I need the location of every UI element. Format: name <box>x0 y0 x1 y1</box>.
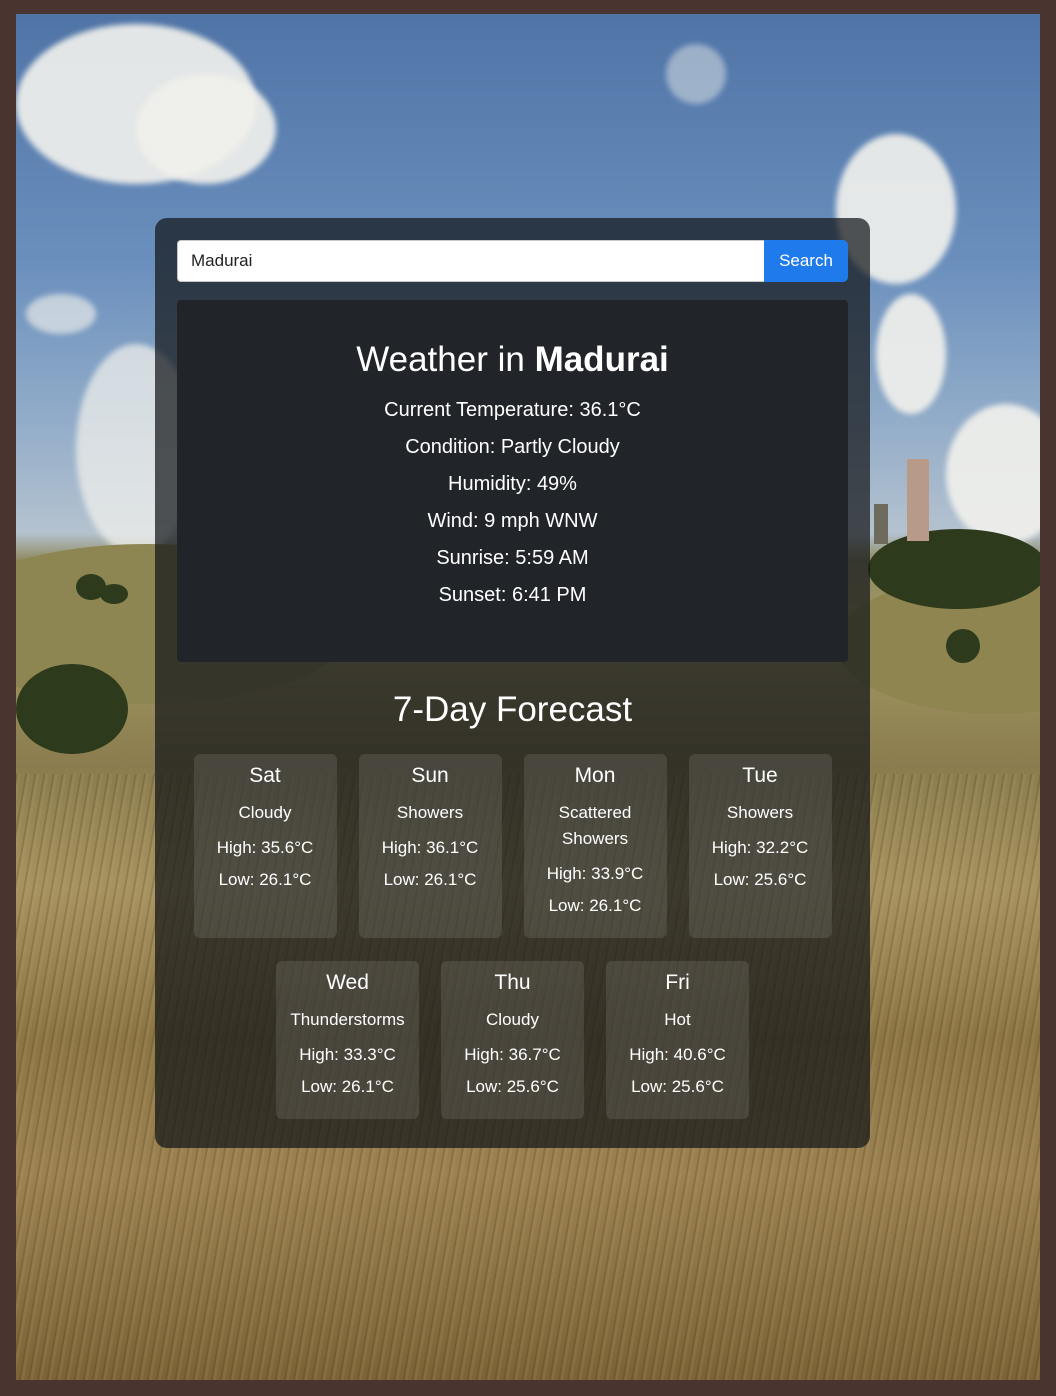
current-temperature: Current Temperature: 36.1°C <box>384 399 641 421</box>
forecast-day-card: Sat Cloudy High: 35.6°C Low: 26.1°C <box>193 754 337 938</box>
day-high: High: 36.7°C <box>464 1045 561 1064</box>
day-name: Tue <box>742 764 778 787</box>
current-humidity: Humidity: 49% <box>448 473 577 495</box>
day-high: High: 35.6°C <box>216 838 314 857</box>
search-input[interactable] <box>177 240 764 282</box>
current-condition: Condition: Partly Cloudy <box>405 436 620 458</box>
current-wind: Wind: 9 mph WNW <box>427 510 598 532</box>
day-high: High: 33.9°C <box>546 864 644 883</box>
day-condition: Showers <box>726 803 794 822</box>
current-sunrise: Sunrise: 5:59 AM <box>436 547 589 569</box>
cloud <box>26 294 96 334</box>
search-bar: Search <box>177 240 848 282</box>
lighthouse <box>907 459 929 541</box>
forecast-grid: Sat Cloudy High: 35.6°C Low: 26.1°C Sun … <box>177 754 848 1119</box>
current-sunset: Sunset: 6:41 PM <box>438 584 587 606</box>
forecast-day-card: Thu Cloudy High: 36.7°C Low: 25.6°C <box>441 961 584 1119</box>
cloud <box>666 44 726 104</box>
day-low: Low: 26.1°C <box>383 870 477 889</box>
day-low: Low: 25.6°C <box>713 870 807 889</box>
tree <box>100 584 128 604</box>
current-weather-card: Weather in Madurai Current Temperature: … <box>177 300 848 662</box>
day-low: Low: 26.1°C <box>218 870 312 889</box>
day-condition: Hot <box>664 1010 691 1029</box>
day-name: Fri <box>665 971 690 994</box>
day-name: Wed <box>326 971 369 994</box>
day-name: Mon <box>574 764 616 787</box>
search-button[interactable]: Search <box>764 240 848 282</box>
city-name: Madurai <box>534 340 669 379</box>
cloud <box>876 294 946 414</box>
tower <box>874 504 888 544</box>
forecast-day-card: Sun Showers High: 36.1°C Low: 26.1°C <box>358 754 502 938</box>
tree-cluster <box>868 529 1040 609</box>
day-high: High: 40.6°C <box>629 1045 726 1064</box>
forecast-title: 7-Day Forecast <box>392 690 633 729</box>
day-high: High: 36.1°C <box>381 838 479 857</box>
day-name: Sat <box>249 764 281 787</box>
day-condition: Scattered Showers <box>558 803 632 848</box>
day-condition: Thunderstorms <box>290 1010 405 1029</box>
day-low: Low: 26.1°C <box>301 1077 394 1096</box>
day-high: High: 33.3°C <box>299 1045 396 1064</box>
forecast-day-card: Wed Thunderstorms High: 33.3°C Low: 26.1… <box>276 961 419 1119</box>
forecast-day-card: Fri Hot High: 40.6°C Low: 25.6°C <box>606 961 749 1119</box>
current-weather-title: Weather in Madurai <box>356 340 669 379</box>
forecast-day-card: Tue Showers High: 32.2°C Low: 25.6°C <box>688 754 832 938</box>
day-high: High: 32.2°C <box>711 838 809 857</box>
day-name: Thu <box>494 971 531 994</box>
day-low: Low: 25.6°C <box>631 1077 724 1096</box>
tree <box>16 664 128 754</box>
day-low: Low: 26.1°C <box>548 896 642 915</box>
day-name: Sun <box>411 764 449 787</box>
day-condition: Cloudy <box>238 803 292 822</box>
forecast-day-card: Mon Scattered Showers High: 33.9°C Low: … <box>523 754 667 938</box>
weather-panel: Search Weather in Madurai Current Temper… <box>155 218 870 1148</box>
day-condition: Showers <box>396 803 464 822</box>
cloud <box>136 74 276 184</box>
day-condition: Cloudy <box>486 1010 539 1029</box>
tree <box>946 629 980 663</box>
cloud <box>946 404 1040 544</box>
day-low: Low: 25.6°C <box>466 1077 559 1096</box>
